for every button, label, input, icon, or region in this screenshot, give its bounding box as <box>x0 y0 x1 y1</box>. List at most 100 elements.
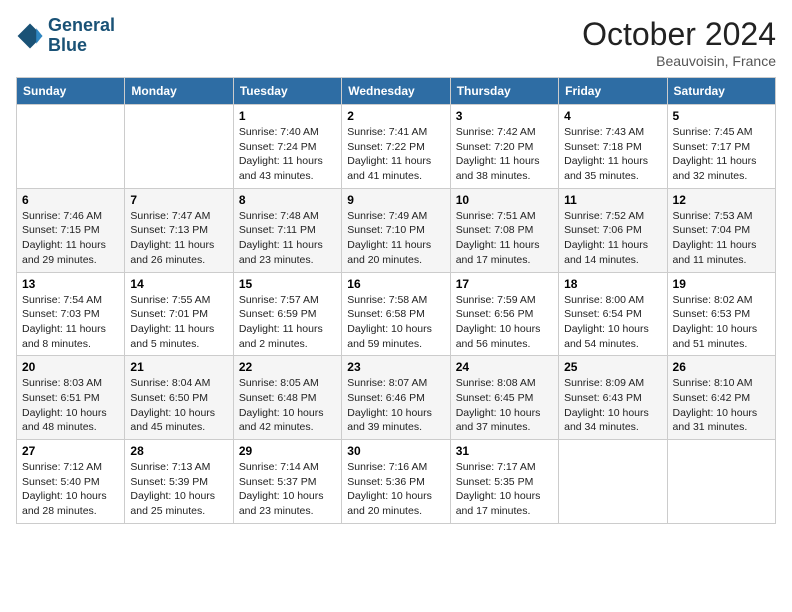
day-info: Sunrise: 7:57 AM Sunset: 6:59 PM Dayligh… <box>239 293 336 352</box>
calendar-cell: 2 Sunrise: 7:41 AM Sunset: 7:22 PM Daylig… <box>342 105 450 189</box>
calendar-week-row: 13 Sunrise: 7:54 AM Sunset: 7:03 PM Dayli… <box>17 272 776 356</box>
calendar-cell: 25Sunrise: 8:09 AM Sunset: 6:43 PM Dayli… <box>559 356 667 440</box>
month-title: October 2024 <box>582 16 776 53</box>
page-header: General Blue October 2024 Beauvoisin, Fr… <box>16 16 776 69</box>
calendar-table: SundayMondayTuesdayWednesdayThursdayFrid… <box>16 77 776 524</box>
day-info: Sunrise: 7:13 AM Sunset: 5:39 PM Dayligh… <box>130 460 227 519</box>
calendar-cell: 19Sunrise: 8:02 AM Sunset: 6:53 PM Dayli… <box>667 272 775 356</box>
day-number: 23 <box>347 360 444 374</box>
day-number: 17 <box>456 277 553 291</box>
day-info: Sunrise: 7:48 AM Sunset: 7:11 PM Dayligh… <box>239 209 336 268</box>
day-info: Sunrise: 7:54 AM Sunset: 7:03 PM Dayligh… <box>22 293 119 352</box>
day-info: Sunrise: 8:03 AM Sunset: 6:51 PM Dayligh… <box>22 376 119 435</box>
day-info: Sunrise: 7:51 AM Sunset: 7:08 PM Dayligh… <box>456 209 553 268</box>
day-of-week-header: Tuesday <box>233 78 341 105</box>
day-number: 22 <box>239 360 336 374</box>
day-number: 26 <box>673 360 770 374</box>
calendar-cell: 14 Sunrise: 7:55 AM Sunset: 7:01 PM Dayli… <box>125 272 233 356</box>
day-info: Sunrise: 7:52 AM Sunset: 7:06 PM Dayligh… <box>564 209 661 268</box>
day-number: 18 <box>564 277 661 291</box>
calendar-cell: 26 Sunrise: 8:10 AM Sunset: 6:42 PM Dayli… <box>667 356 775 440</box>
calendar-cell: 9 Sunrise: 7:49 AM Sunset: 7:10 PM Daylig… <box>342 188 450 272</box>
day-info: Sunrise: 7:41 AM Sunset: 7:22 PM Dayligh… <box>347 125 444 184</box>
calendar-cell: 21Sunrise: 8:04 AM Sunset: 6:50 PM Dayli… <box>125 356 233 440</box>
calendar-cell: 24Sunrise: 8:08 AM Sunset: 6:45 PM Dayli… <box>450 356 558 440</box>
day-number: 13 <box>22 277 119 291</box>
day-info: Sunrise: 7:14 AM Sunset: 5:37 PM Dayligh… <box>239 460 336 519</box>
calendar-cell: 12 Sunrise: 7:53 AM Sunset: 7:04 PM Dayli… <box>667 188 775 272</box>
day-number: 1 <box>239 109 336 123</box>
calendar-cell: 13 Sunrise: 7:54 AM Sunset: 7:03 PM Dayli… <box>17 272 125 356</box>
calendar-cell: 27Sunrise: 7:12 AM Sunset: 5:40 PM Dayli… <box>17 440 125 524</box>
day-info: Sunrise: 8:05 AM Sunset: 6:48 PM Dayligh… <box>239 376 336 435</box>
day-info: Sunrise: 8:07 AM Sunset: 6:46 PM Dayligh… <box>347 376 444 435</box>
calendar-cell: 31 Sunrise: 7:17 AM Sunset: 5:35 PM Dayli… <box>450 440 558 524</box>
day-number: 14 <box>130 277 227 291</box>
title-block: October 2024 Beauvoisin, France <box>582 16 776 69</box>
calendar-cell: 3 Sunrise: 7:42 AM Sunset: 7:20 PM Daylig… <box>450 105 558 189</box>
day-number: 3 <box>456 109 553 123</box>
logo: General Blue <box>16 16 115 56</box>
calendar-cell <box>667 440 775 524</box>
calendar-cell: 4 Sunrise: 7:43 AM Sunset: 7:18 PM Daylig… <box>559 105 667 189</box>
day-number: 4 <box>564 109 661 123</box>
location: Beauvoisin, France <box>582 53 776 69</box>
day-info: Sunrise: 7:17 AM Sunset: 5:35 PM Dayligh… <box>456 460 553 519</box>
day-number: 31 <box>456 444 553 458</box>
day-number: 11 <box>564 193 661 207</box>
calendar-cell: 7 Sunrise: 7:47 AM Sunset: 7:13 PM Daylig… <box>125 188 233 272</box>
calendar-week-row: 6 Sunrise: 7:46 AM Sunset: 7:15 PM Daylig… <box>17 188 776 272</box>
day-info: Sunrise: 7:43 AM Sunset: 7:18 PM Dayligh… <box>564 125 661 184</box>
day-number: 19 <box>673 277 770 291</box>
day-number: 24 <box>456 360 553 374</box>
calendar-cell: 6 Sunrise: 7:46 AM Sunset: 7:15 PM Daylig… <box>17 188 125 272</box>
day-of-week-header: Sunday <box>17 78 125 105</box>
day-info: Sunrise: 7:46 AM Sunset: 7:15 PM Dayligh… <box>22 209 119 268</box>
day-info: Sunrise: 8:04 AM Sunset: 6:50 PM Dayligh… <box>130 376 227 435</box>
logo-text: General Blue <box>48 16 115 56</box>
calendar-week-row: 27Sunrise: 7:12 AM Sunset: 5:40 PM Dayli… <box>17 440 776 524</box>
day-number: 12 <box>673 193 770 207</box>
calendar-cell: 5Sunrise: 7:45 AM Sunset: 7:17 PM Daylig… <box>667 105 775 189</box>
calendar-cell: 8Sunrise: 7:48 AM Sunset: 7:11 PM Daylig… <box>233 188 341 272</box>
day-number: 20 <box>22 360 119 374</box>
calendar-week-row: 20 Sunrise: 8:03 AM Sunset: 6:51 PM Dayli… <box>17 356 776 440</box>
day-of-week-header: Friday <box>559 78 667 105</box>
day-info: Sunrise: 8:10 AM Sunset: 6:42 PM Dayligh… <box>673 376 770 435</box>
logo-general: General <box>48 15 115 35</box>
calendar-cell: 22 Sunrise: 8:05 AM Sunset: 6:48 PM Dayli… <box>233 356 341 440</box>
day-info: Sunrise: 7:16 AM Sunset: 5:36 PM Dayligh… <box>347 460 444 519</box>
calendar-cell <box>125 105 233 189</box>
day-info: Sunrise: 7:47 AM Sunset: 7:13 PM Dayligh… <box>130 209 227 268</box>
day-of-week-header: Saturday <box>667 78 775 105</box>
day-number: 6 <box>22 193 119 207</box>
day-number: 15 <box>239 277 336 291</box>
day-number: 30 <box>347 444 444 458</box>
calendar-cell: 17 Sunrise: 7:59 AM Sunset: 6:56 PM Dayli… <box>450 272 558 356</box>
logo-blue: Blue <box>48 35 87 55</box>
day-info: Sunrise: 7:42 AM Sunset: 7:20 PM Dayligh… <box>456 125 553 184</box>
calendar-cell <box>559 440 667 524</box>
logo-icon <box>16 22 44 50</box>
day-number: 28 <box>130 444 227 458</box>
day-number: 7 <box>130 193 227 207</box>
calendar-cell: 29Sunrise: 7:14 AM Sunset: 5:37 PM Dayli… <box>233 440 341 524</box>
day-number: 9 <box>347 193 444 207</box>
calendar-cell: 30 Sunrise: 7:16 AM Sunset: 5:36 PM Dayli… <box>342 440 450 524</box>
calendar-cell: 11 Sunrise: 7:52 AM Sunset: 7:06 PM Dayli… <box>559 188 667 272</box>
day-info: Sunrise: 7:59 AM Sunset: 6:56 PM Dayligh… <box>456 293 553 352</box>
day-info: Sunrise: 7:49 AM Sunset: 7:10 PM Dayligh… <box>347 209 444 268</box>
calendar-cell: 10Sunrise: 7:51 AM Sunset: 7:08 PM Dayli… <box>450 188 558 272</box>
day-info: Sunrise: 7:40 AM Sunset: 7:24 PM Dayligh… <box>239 125 336 184</box>
day-info: Sunrise: 8:00 AM Sunset: 6:54 PM Dayligh… <box>564 293 661 352</box>
day-number: 16 <box>347 277 444 291</box>
day-number: 2 <box>347 109 444 123</box>
day-info: Sunrise: 7:55 AM Sunset: 7:01 PM Dayligh… <box>130 293 227 352</box>
day-info: Sunrise: 7:53 AM Sunset: 7:04 PM Dayligh… <box>673 209 770 268</box>
day-info: Sunrise: 7:58 AM Sunset: 6:58 PM Dayligh… <box>347 293 444 352</box>
calendar-cell: 15 Sunrise: 7:57 AM Sunset: 6:59 PM Dayli… <box>233 272 341 356</box>
calendar-cell: 20 Sunrise: 8:03 AM Sunset: 6:51 PM Dayli… <box>17 356 125 440</box>
day-number: 25 <box>564 360 661 374</box>
day-of-week-header: Wednesday <box>342 78 450 105</box>
calendar-cell <box>17 105 125 189</box>
